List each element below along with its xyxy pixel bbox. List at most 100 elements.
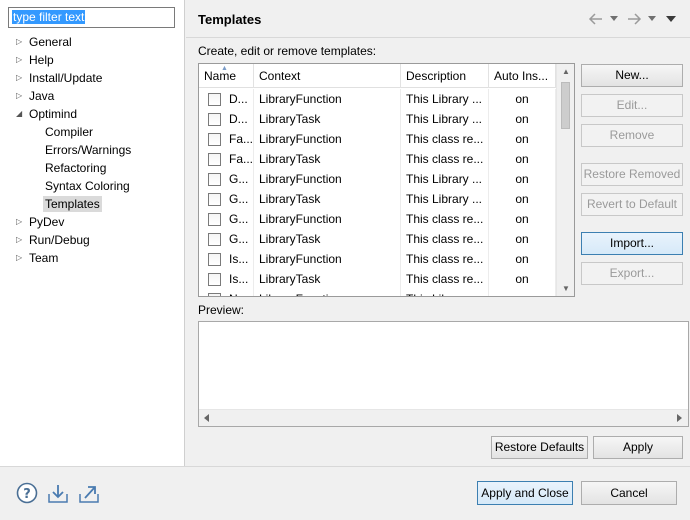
cell-auto-insert: on — [489, 189, 556, 209]
forward-dropdown-icon[interactable] — [648, 15, 656, 23]
tree-item[interactable]: Refactoring — [45, 159, 106, 177]
enable-checkbox[interactable] — [208, 213, 221, 226]
tree-item-label: Compiler — [45, 125, 94, 139]
expand-arrow-icon[interactable]: ▷ — [16, 33, 26, 51]
cell-context: LibraryTask — [254, 269, 401, 289]
import-button[interactable]: Import... — [581, 232, 683, 255]
back-arrow-icon[interactable] — [588, 12, 604, 26]
enable-checkbox[interactable] — [208, 253, 221, 266]
apply-and-close-button[interactable]: Apply and Close — [477, 481, 573, 505]
expand-arrow-icon[interactable]: ▷ — [16, 87, 26, 105]
tree-item-label: PyDev — [29, 215, 65, 229]
restore-defaults-button[interactable]: Restore Defaults — [491, 436, 588, 459]
table-row[interactable]: G... LibraryFunction This Library ... on — [199, 169, 556, 189]
forward-arrow-icon[interactable] — [626, 12, 642, 26]
tree-item[interactable]: Templates — [43, 195, 102, 213]
apply-button[interactable]: Apply — [593, 436, 683, 459]
tree-item[interactable]: Syntax Coloring — [45, 177, 130, 195]
expand-arrow-icon[interactable]: ▷ — [16, 249, 26, 267]
table-row[interactable]: G... LibraryTask This class re... on — [199, 229, 556, 249]
column-header-auto-insert[interactable]: Auto Ins... — [489, 64, 556, 88]
filter-input[interactable]: type filter text — [8, 7, 175, 28]
column-header-label: Description — [406, 69, 467, 83]
import-preferences-icon[interactable] — [47, 482, 69, 504]
export-button[interactable]: Export... — [581, 262, 683, 285]
table-vertical-scrollbar[interactable]: ▲ ▼ — [556, 64, 574, 296]
table-row[interactable]: G... LibraryTask This Library ... on — [199, 189, 556, 209]
tree-item-label: Help — [29, 53, 54, 67]
enable-checkbox[interactable] — [208, 113, 221, 126]
enable-checkbox[interactable] — [208, 233, 221, 246]
enable-checkbox[interactable] — [208, 293, 221, 296]
revert-to-default-button[interactable]: Revert to Default — [581, 193, 683, 216]
table-row[interactable]: G... LibraryFunction This class re... on — [199, 209, 556, 229]
templates-table[interactable]: ▲ Name Context Description Auto Ins... D… — [198, 63, 575, 297]
enable-checkbox[interactable] — [208, 133, 221, 146]
page-title: Templates — [198, 12, 262, 27]
cell-name: Is... — [199, 269, 254, 289]
preview-area[interactable] — [198, 321, 689, 427]
cell-context: LibraryFunction — [254, 169, 401, 189]
scroll-down-arrow-icon[interactable]: ▼ — [557, 284, 574, 293]
enable-checkbox[interactable] — [208, 93, 221, 106]
scroll-left-arrow-icon[interactable] — [204, 414, 210, 422]
collapse-arrow-icon[interactable]: ◢ — [16, 105, 26, 123]
cell-context: LibraryFunction — [254, 89, 401, 109]
enable-checkbox[interactable] — [208, 273, 221, 286]
table-row[interactable]: Is... LibraryTask This class re... on — [199, 269, 556, 289]
expand-arrow-icon[interactable]: ▷ — [16, 69, 26, 87]
edit-button[interactable]: Edit... — [581, 94, 683, 117]
scroll-right-arrow-icon[interactable] — [677, 414, 683, 422]
tree-item[interactable]: ▷ Install/Update — [16, 69, 102, 87]
table-row[interactable]: Is... LibraryFunction This class re... on — [199, 249, 556, 269]
table-row[interactable]: Fa... LibraryFunction This class re... on — [199, 129, 556, 149]
expand-arrow-icon[interactable]: ▷ — [16, 51, 26, 69]
tree-item[interactable]: ◢ Optimind — [16, 105, 77, 123]
cell-name: D... — [199, 109, 254, 129]
template-name: G... — [229, 172, 249, 186]
cell-name: G... — [199, 229, 254, 249]
enable-checkbox[interactable] — [208, 193, 221, 206]
column-header-context[interactable]: Context — [254, 64, 401, 88]
cell-description: This class re... — [401, 209, 489, 229]
restore-removed-button[interactable]: Restore Removed — [581, 163, 683, 186]
help-icon[interactable]: ? — [16, 482, 38, 504]
table-row[interactable]: D... LibraryFunction This Library ... on — [199, 89, 556, 109]
cell-name: N... — [199, 289, 254, 296]
table-header: ▲ Name Context Description Auto Ins... — [199, 64, 556, 88]
tree-item[interactable]: ▷ General — [16, 33, 72, 51]
cell-context: LibraryTask — [254, 189, 401, 209]
tree-item-label: General — [29, 35, 72, 49]
cell-context: LibraryTask — [254, 149, 401, 169]
scrollbar-thumb[interactable] — [561, 82, 570, 129]
cancel-button[interactable]: Cancel — [581, 481, 677, 505]
tree-item[interactable]: ▷ Run/Debug — [16, 231, 90, 249]
tree-item[interactable]: Compiler — [45, 123, 93, 141]
cell-name: G... — [199, 169, 254, 189]
expand-arrow-icon[interactable]: ▷ — [16, 231, 26, 249]
tree-item[interactable]: ▷ Help — [16, 51, 54, 69]
table-row[interactable]: N... LibraryFunctionThis Library ...on — [199, 289, 556, 296]
column-header-description[interactable]: Description — [401, 64, 489, 88]
export-preferences-icon[interactable] — [78, 482, 100, 504]
enable-checkbox[interactable] — [208, 153, 221, 166]
scroll-up-arrow-icon[interactable]: ▲ — [557, 67, 574, 76]
tree-item[interactable]: ▷ Java — [16, 87, 54, 105]
filter-input-text[interactable]: type filter text — [12, 10, 86, 24]
cell-auto-insert: on — [489, 249, 556, 269]
column-header-name[interactable]: ▲ Name — [199, 64, 254, 88]
tree-item[interactable]: Errors/Warnings — [45, 141, 131, 159]
expand-arrow-icon[interactable]: ▷ — [16, 213, 26, 231]
enable-checkbox[interactable] — [208, 173, 221, 186]
table-row[interactable]: D... LibraryTask This Library ... on — [199, 109, 556, 129]
remove-button[interactable]: Remove — [581, 124, 683, 147]
cell-description: This Library ... — [401, 109, 489, 129]
tree-item[interactable]: ▷ Team — [16, 249, 58, 267]
view-menu-icon[interactable] — [666, 14, 676, 23]
back-dropdown-icon[interactable] — [610, 15, 618, 23]
tree-item[interactable]: ▷ PyDev — [16, 213, 65, 231]
cell-description: This class re... — [401, 229, 489, 249]
new-button[interactable]: New... — [581, 64, 683, 87]
preview-horizontal-scrollbar[interactable] — [199, 409, 688, 426]
table-row[interactable]: Fa... LibraryTask This class re... on — [199, 149, 556, 169]
